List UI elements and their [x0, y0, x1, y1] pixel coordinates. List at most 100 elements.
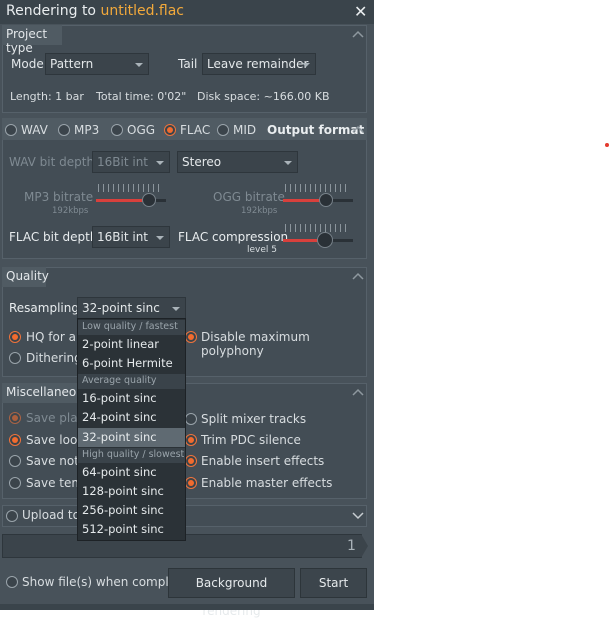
menu-group-header: High quality / slowest — [78, 448, 185, 463]
menu-item-128-point-sinc[interactable]: 128-point sinc — [78, 482, 185, 501]
resampling-label: Resampling — [9, 301, 79, 315]
wav-bit-depth-dropdown[interactable]: 16Bit int — [92, 151, 170, 173]
total-time-info: Total time: 0'02" — [96, 90, 187, 103]
disable-polyphony-toggle[interactable] — [185, 331, 197, 343]
close-icon[interactable]: ✕ — [354, 2, 367, 21]
upload-toggle[interactable] — [6, 510, 18, 522]
mp3-bitrate-value: 192kbps — [52, 206, 89, 216]
wav-radio[interactable] — [5, 124, 17, 136]
save-note-toggle[interactable] — [9, 455, 21, 467]
expand-icon[interactable] — [352, 511, 364, 521]
flac-bit-depth-value: 16Bit int — [97, 230, 148, 244]
collapse-icon[interactable] — [352, 29, 364, 39]
split-mixer-toggle[interactable] — [185, 413, 197, 425]
disk-space-info: Disk space: ~166.00 KB — [197, 90, 330, 103]
render-dialog: Rendering to untitled.flac ✕ Project typ… — [0, 0, 374, 618]
menu-item-32-point-sinc[interactable]: 32-point sinc — [78, 428, 185, 447]
start-button[interactable]: Start — [300, 568, 367, 598]
show-files-label: Show file(s) when complete — [22, 575, 189, 589]
chevron-down-icon — [156, 161, 164, 165]
quality-title: Quality — [6, 269, 49, 283]
menu-item-2-point-linear[interactable]: 2-point linear — [78, 335, 185, 354]
wav-label: WAV — [21, 123, 48, 137]
chevron-down-icon — [302, 63, 310, 67]
resampling-value: 32-point sinc — [82, 301, 160, 315]
menu-group-header: Low quality / fastest — [78, 320, 185, 335]
mid-radio[interactable] — [217, 124, 229, 136]
disable-polyphony-label: Disable maximum polyphony — [201, 330, 310, 358]
chevron-down-icon — [135, 63, 143, 67]
output-format-title: Output format — [267, 123, 365, 137]
mp3-bitrate-label: MP3 bitrate — [24, 190, 94, 204]
hq-for-all-toggle[interactable] — [9, 331, 21, 343]
collapse-icon[interactable] — [352, 124, 364, 134]
insert-effects-label: Enable insert effects — [201, 454, 325, 468]
menu-item-6-point-hermite[interactable]: 6-point Hermite — [78, 354, 185, 373]
collapse-icon[interactable] — [352, 271, 364, 281]
tail-dropdown[interactable]: Leave remainder — [202, 53, 316, 75]
mp3-label: MP3 — [74, 123, 100, 137]
ogg-bitrate-knob[interactable] — [319, 193, 333, 207]
menu-item-16-point-sinc[interactable]: 16-point sinc — [78, 389, 185, 408]
flac-label: FLAC — [180, 123, 211, 137]
title-filename: untitled.flac — [100, 3, 185, 19]
master-effects-toggle[interactable] — [185, 477, 197, 489]
chevron-down-icon — [156, 236, 164, 240]
mode-dropdown[interactable]: Pattern — [45, 53, 149, 75]
tail-label: Tail — [178, 57, 198, 71]
project-type-title: Project type — [6, 27, 48, 55]
trim-pdc-toggle[interactable] — [185, 434, 197, 446]
menu-item-24-point-sinc[interactable]: 24-point sinc — [78, 408, 185, 427]
chevron-down-icon — [172, 307, 180, 311]
flac-radio[interactable] — [164, 124, 176, 136]
collapse-icon[interactable] — [352, 387, 364, 397]
mode-label: Mode — [11, 57, 44, 71]
title-bar: Rendering to untitled.flac ✕ — [0, 0, 374, 24]
chevron-down-icon — [284, 161, 292, 165]
wav-bit-depth-label: WAV bit depth — [9, 155, 95, 169]
menu-item-512-point-sinc[interactable]: 512-point sinc — [78, 520, 185, 539]
flac-compression-knob[interactable] — [317, 232, 333, 248]
flac-bit-depth-dropdown[interactable]: 16Bit int — [92, 226, 170, 248]
ogg-label: OGG — [127, 123, 156, 137]
mode-value: Pattern — [50, 57, 94, 71]
menu-group-header: Average quality — [78, 374, 185, 389]
ogg-bitrate-value: 192kbps — [241, 206, 278, 216]
quality-header[interactable]: Quality — [2, 267, 49, 287]
misc-header[interactable]: Miscellaneous — [2, 383, 90, 403]
hq-for-all-label: HQ for all — [26, 330, 83, 344]
split-mixer-label: Split mixer tracks — [201, 412, 307, 426]
insert-effects-toggle[interactable] — [185, 455, 197, 467]
save-tempo-toggle[interactable] — [9, 477, 21, 489]
tail-value: Leave remainder — [207, 57, 309, 71]
dithering-label: Dithering — [26, 351, 82, 365]
wav-bit-depth-value: 16Bit int — [97, 155, 148, 169]
red-dot — [605, 143, 609, 147]
menu-item-256-point-sinc[interactable]: 256-point sinc — [78, 501, 185, 520]
title-prefix: Rendering to — [6, 3, 101, 19]
resampling-menu: Low quality / fastest 2-point linear 6-p… — [77, 318, 186, 541]
flac-compression-label: FLAC compression — [178, 230, 289, 244]
save-playlist-toggle[interactable] — [9, 412, 21, 424]
mp3-radio[interactable] — [58, 124, 70, 136]
background-rendering-button[interactable]: Background rendering — [168, 568, 295, 618]
ogg-radio[interactable] — [111, 124, 123, 136]
resampling-dropdown[interactable]: 32-point sinc — [77, 297, 186, 319]
window-title: Rendering to untitled.flac — [6, 3, 184, 19]
flac-bit-depth-label: FLAC bit depth — [9, 230, 98, 244]
menu-item-64-point-sinc[interactable]: 64-point sinc — [78, 463, 185, 482]
mp3-bitrate-knob[interactable] — [142, 193, 156, 207]
mid-label: MID — [233, 123, 257, 137]
project-type-header[interactable]: Project type — [2, 25, 62, 55]
channels-value: Stereo — [182, 155, 222, 169]
ogg-bitrate-label: OGG bitrate — [213, 190, 285, 204]
progress-arrow — [361, 534, 368, 558]
dithering-toggle[interactable] — [9, 352, 21, 364]
channels-dropdown[interactable]: Stereo — [177, 151, 298, 173]
save-loop-toggle[interactable] — [9, 434, 21, 446]
bottom-strip — [0, 604, 374, 610]
show-files-toggle[interactable] — [6, 576, 18, 588]
flac-compression-value: level 5 — [247, 245, 277, 255]
master-effects-label: Enable master effects — [201, 476, 333, 490]
progress-count: 1 — [347, 538, 356, 554]
